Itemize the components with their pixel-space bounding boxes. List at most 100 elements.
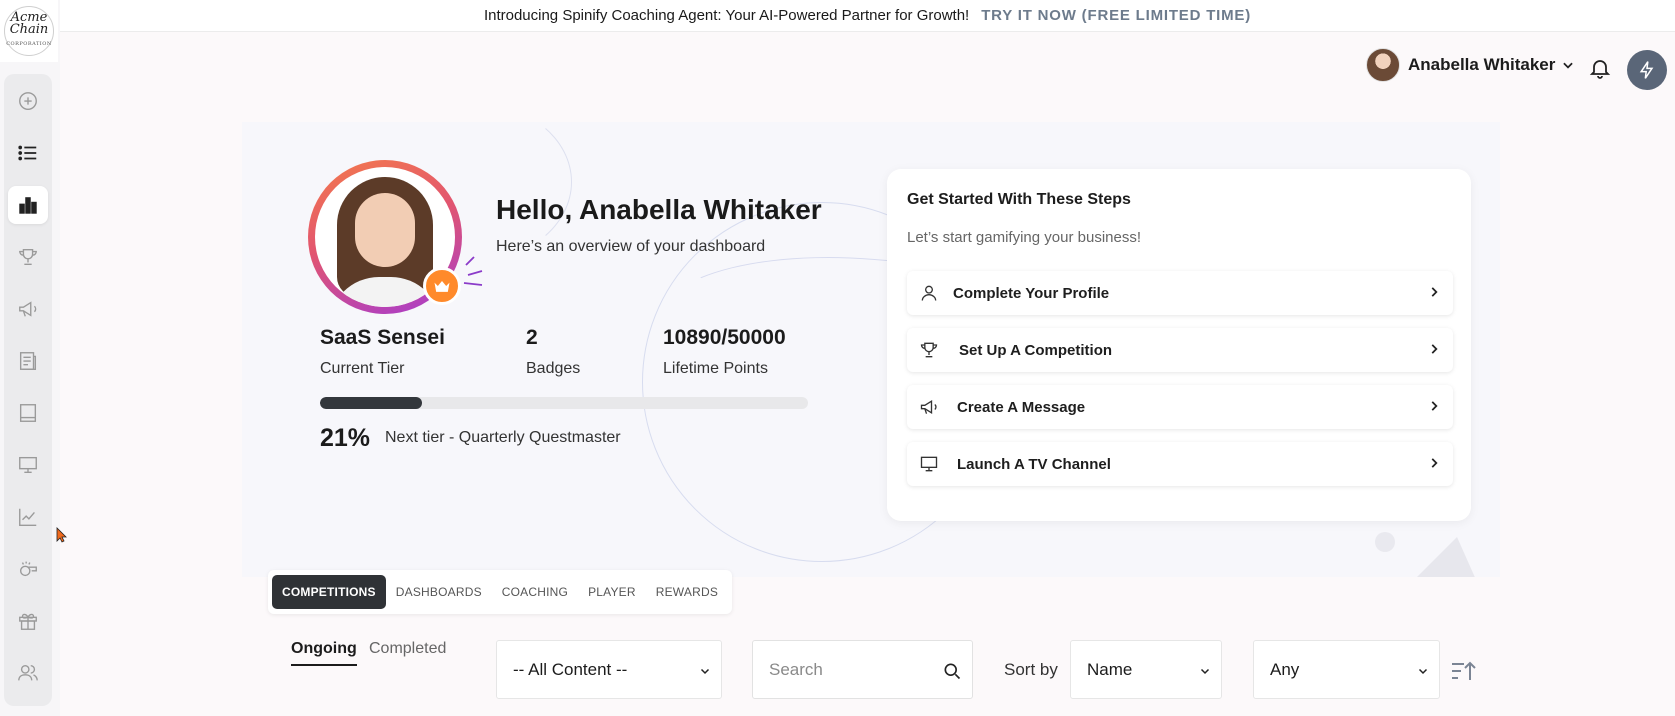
any-filter-select[interactable]: Any — [1253, 640, 1440, 699]
logo-line-3: CORPORATION — [6, 41, 52, 47]
sidebar-item-coaching[interactable] — [8, 550, 48, 588]
step-label: Create A Message — [957, 398, 1086, 416]
any-filter-value: Any — [1270, 659, 1300, 679]
chevron-down-icon — [1200, 668, 1210, 675]
chevron-down-icon — [700, 668, 710, 675]
megaphone-icon — [920, 399, 937, 415]
subtab-ongoing[interactable]: Ongoing — [291, 640, 357, 666]
crown-icon — [434, 281, 450, 292]
line-chart-icon — [19, 508, 37, 526]
current-tier-stat: SaaS Sensei Current Tier — [320, 326, 445, 378]
badges-stat: 2 Badges — [526, 326, 580, 378]
book-icon — [19, 403, 37, 422]
sort-order-icon[interactable] — [1450, 660, 1476, 682]
section-tabs: COMPETITIONS DASHBOARDS COACHING PLAYER … — [268, 570, 733, 614]
step-label: Set Up A Competition — [959, 341, 1113, 359]
chevron-down-icon — [1563, 62, 1574, 69]
badges-value: 2 — [526, 326, 538, 349]
sidebar-item-analytics[interactable] — [8, 498, 48, 536]
search-icon[interactable] — [942, 661, 962, 681]
company-logo[interactable]: Acme Chain CORPORATION — [0, 0, 58, 62]
sort-select-value: Name — [1087, 659, 1133, 679]
subtab-completed[interactable]: Completed — [369, 640, 446, 658]
current-tier-label: Current Tier — [320, 360, 405, 377]
trophy-icon — [920, 342, 938, 358]
get-started-title: Get Started With These Steps — [907, 191, 1131, 208]
sidebar-item-library[interactable] — [8, 394, 48, 432]
decorative-triangle — [1412, 537, 1477, 577]
greeting-subtitle: Here’s an overview of your dashboard — [496, 238, 766, 255]
lifetime-points-stat: 10890/50000 Lifetime Points — [663, 326, 786, 378]
search-input[interactable] — [769, 659, 929, 680]
avatar — [1366, 48, 1400, 82]
lifetime-points-label: Lifetime Points — [663, 360, 768, 377]
step-launch-tv-channel[interactable]: Launch A TV Channel — [907, 442, 1453, 486]
logo-line-2: Chain — [9, 22, 49, 37]
step-setup-competition[interactable]: Set Up A Competition — [907, 328, 1453, 372]
sidebar-item-reports[interactable] — [8, 342, 48, 380]
tier-progress-percent: 21% — [320, 424, 371, 452]
chevron-right-icon — [1431, 287, 1438, 297]
user-menu[interactable]: Anabella Whitaker — [1366, 48, 1575, 82]
step-label: Complete Your Profile — [953, 284, 1110, 302]
get-started-subtitle: Let’s start gamifying your business! — [907, 229, 1142, 246]
sidebar-item-users[interactable] — [8, 654, 48, 692]
step-create-message[interactable]: Create A Message — [907, 385, 1453, 429]
current-tier-value: SaaS Sensei — [320, 326, 445, 349]
step-complete-profile[interactable]: Complete Your Profile — [907, 271, 1453, 315]
list-icon — [18, 145, 37, 161]
sidebar-item-tv[interactable] — [8, 446, 48, 484]
lightning-icon — [1639, 61, 1654, 79]
try-it-now-link[interactable]: TRY IT NOW (FREE LIMITED TIME) — [981, 7, 1251, 24]
megaphone-icon — [19, 301, 37, 317]
users-icon — [18, 664, 38, 681]
next-tier-text: Next tier - Quarterly Questmaster — [385, 429, 621, 446]
bell-icon[interactable] — [1588, 56, 1612, 80]
bar-chart-icon — [19, 196, 37, 214]
photo-face — [355, 193, 415, 267]
lifetime-points-value: 10890/50000 — [663, 326, 786, 349]
tab-dashboards[interactable]: DASHBOARDS — [386, 575, 492, 609]
content-filter-select[interactable]: -- All Content -- — [496, 640, 722, 699]
user-icon — [921, 285, 937, 301]
badges-label: Badges — [526, 360, 581, 377]
sidebar-item-dashboard[interactable] — [8, 186, 48, 224]
tab-rewards[interactable]: REWARDS — [646, 575, 728, 609]
chevron-right-icon — [1431, 401, 1438, 411]
whistle-icon — [19, 561, 37, 576]
step-label: Launch A TV Channel — [957, 455, 1111, 473]
tab-player[interactable]: PLAYER — [578, 575, 646, 609]
tier-progress-bar — [320, 397, 808, 409]
sidebar-item-messages[interactable] — [8, 290, 48, 328]
greeting-heading: Hello, Anabella Whitaker — [496, 194, 822, 225]
quick-actions-button[interactable] — [1627, 50, 1667, 90]
sort-select[interactable]: Name — [1070, 640, 1222, 699]
chevron-right-icon — [1431, 458, 1438, 468]
gift-icon — [19, 613, 37, 630]
search-field[interactable] — [752, 640, 973, 699]
sidebar-item-competitions[interactable] — [8, 238, 48, 276]
sidebar-item-list[interactable] — [8, 134, 48, 172]
content-filter-value: -- All Content -- — [513, 659, 628, 679]
mouse-cursor-icon — [56, 527, 67, 543]
tier-badge — [423, 267, 461, 305]
chevron-down-icon — [1418, 668, 1428, 675]
sort-by-label: Sort by — [1004, 660, 1058, 679]
tab-coaching[interactable]: COACHING — [492, 575, 578, 609]
tier-progress-fill — [320, 397, 423, 409]
trophy-icon — [19, 248, 37, 265]
sidebar — [4, 74, 52, 706]
sidebar-item-rewards[interactable] — [8, 602, 48, 640]
monitor-icon — [920, 456, 938, 472]
tab-competitions[interactable]: COMPETITIONS — [272, 575, 386, 609]
sparkle-icon — [463, 256, 483, 286]
get-started-panel: Get Started With These Steps Let’s start… — [887, 169, 1471, 521]
chevron-right-icon — [1431, 344, 1438, 354]
user-name: Anabella Whitaker — [1408, 55, 1556, 74]
announcement-bar: Introducing Spinify Coaching Agent: Your… — [60, 0, 1675, 32]
sidebar-item-add[interactable] — [8, 82, 48, 120]
announcement-message: Introducing Spinify Coaching Agent: Your… — [483, 7, 970, 24]
plus-circle-icon — [19, 91, 37, 110]
logo-mark: Acme Chain CORPORATION — [4, 6, 54, 56]
monitor-icon — [19, 456, 37, 473]
